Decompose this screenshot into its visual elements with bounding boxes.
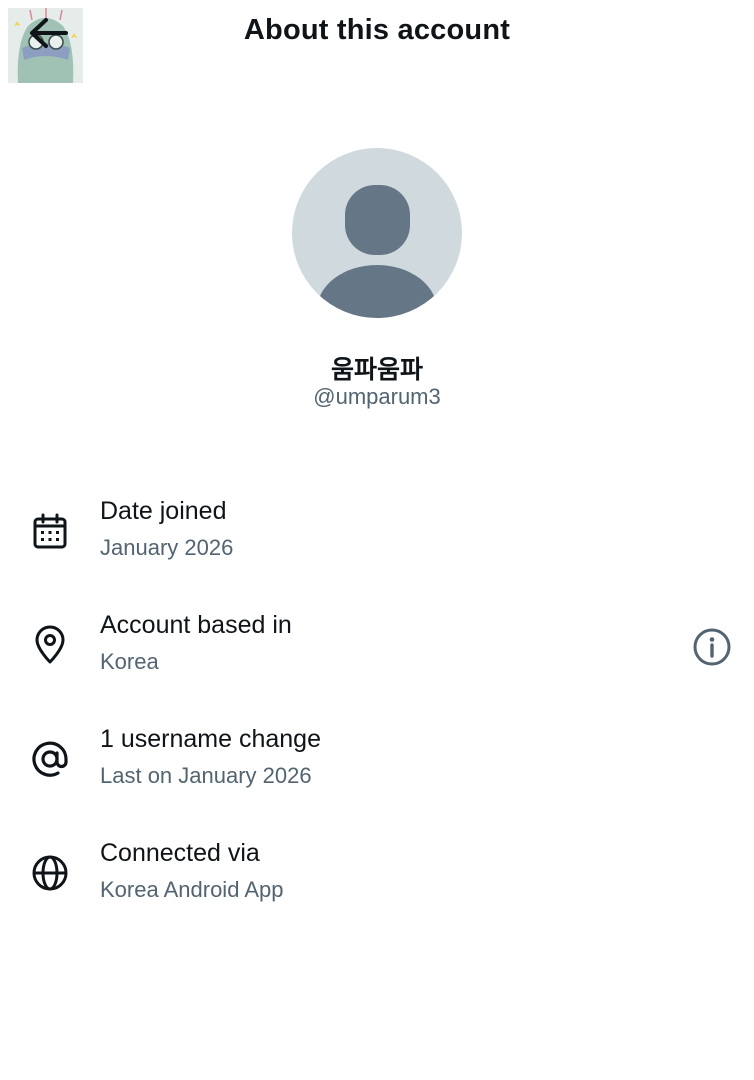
page-title: About this account xyxy=(243,14,511,46)
location-pin-icon xyxy=(35,625,65,664)
detail-value: Korea Android App xyxy=(100,877,284,902)
detail-row-username-change: 1 username change Last on January 2026 xyxy=(0,725,754,815)
detail-value: Korea xyxy=(100,649,159,674)
username-handle: @umparum3 xyxy=(313,384,441,409)
display-name: 움파움파 xyxy=(330,356,423,384)
calendar-icon xyxy=(33,513,67,549)
info-icon xyxy=(693,628,731,666)
default-avatar-icon xyxy=(292,148,462,318)
detail-label: Account based in xyxy=(100,611,292,639)
detail-row-connected-via: Connected via Korea Android App xyxy=(0,839,754,929)
info-button[interactable] xyxy=(691,626,733,668)
detail-label: 1 username change xyxy=(100,725,321,753)
detail-row-account-based-in: Account based in Korea xyxy=(0,611,754,701)
globe-icon xyxy=(32,855,68,891)
top-bar: About this account xyxy=(0,0,754,84)
detail-row-date-joined: Date joined January 2026 xyxy=(0,497,754,587)
detail-label: Connected via xyxy=(100,839,260,867)
detail-label: Date joined xyxy=(100,497,227,525)
at-sign-icon xyxy=(32,741,68,777)
detail-value: January 2026 xyxy=(100,535,234,560)
detail-value: Last on January 2026 xyxy=(100,763,312,788)
